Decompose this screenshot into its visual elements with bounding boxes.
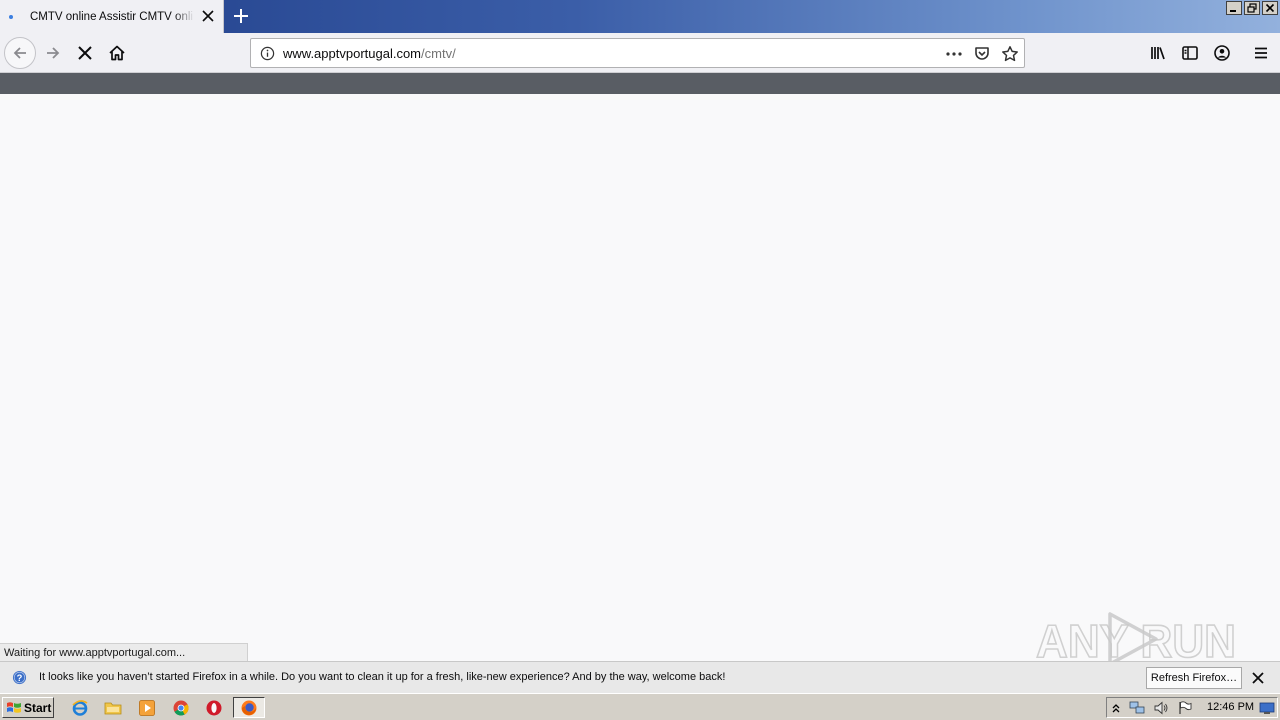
page-content bbox=[0, 94, 1280, 661]
home-button[interactable] bbox=[102, 38, 132, 68]
notification-bar: ? It looks like you haven’t started Fire… bbox=[0, 661, 1280, 693]
url-path: /cmtv/ bbox=[421, 46, 456, 61]
opera-icon[interactable] bbox=[205, 699, 223, 717]
library-icon bbox=[1151, 47, 1165, 60]
pocket-icon[interactable] bbox=[973, 45, 991, 63]
notification-message: It looks like you haven’t started Firefo… bbox=[39, 671, 726, 683]
media-player-icon[interactable] bbox=[138, 699, 156, 717]
forward-arrow-icon bbox=[47, 47, 60, 59]
navigation-toolbar: www.apptvportugal.com/cmtv/ bbox=[0, 33, 1280, 73]
volume-icon[interactable] bbox=[1153, 701, 1169, 715]
question-icon: ? bbox=[12, 670, 27, 685]
stop-loading-button[interactable] bbox=[70, 38, 100, 68]
home-icon bbox=[109, 45, 125, 61]
sidebar-icon bbox=[1182, 46, 1198, 60]
site-info-icon[interactable] bbox=[260, 46, 275, 61]
action-center-flag-icon[interactable] bbox=[1177, 701, 1193, 715]
back-button[interactable] bbox=[4, 37, 36, 69]
windows-taskbar: Start 12:46 PM bbox=[0, 693, 1280, 720]
sidebar-button[interactable] bbox=[1175, 38, 1205, 68]
url-host: www.apptvportugal.com bbox=[283, 46, 422, 61]
bookmarks-toolbar-strip bbox=[0, 73, 1280, 94]
forward-button[interactable] bbox=[38, 38, 68, 68]
chrome-icon[interactable] bbox=[172, 699, 190, 717]
hamburger-menu-icon bbox=[1255, 47, 1267, 59]
new-tab-button[interactable] bbox=[231, 6, 251, 26]
url-bar[interactable]: www.apptvportugal.com/cmtv/ bbox=[250, 38, 1025, 68]
internet-explorer-icon[interactable] bbox=[71, 699, 89, 717]
watermark-text: ANY RUN bbox=[1036, 615, 1236, 667]
window-close-button[interactable] bbox=[1262, 1, 1278, 15]
stop-icon bbox=[78, 46, 92, 60]
window-controls bbox=[1226, 1, 1278, 15]
bookmark-star-icon[interactable] bbox=[1001, 45, 1019, 63]
notification-close-icon[interactable] bbox=[1251, 671, 1265, 685]
start-button[interactable]: Start bbox=[2, 697, 54, 718]
back-arrow-icon bbox=[13, 47, 26, 59]
restore-button[interactable] bbox=[1244, 1, 1260, 15]
account-button[interactable] bbox=[1207, 38, 1237, 68]
refresh-firefox-button[interactable]: Refresh Firefox… bbox=[1146, 667, 1242, 689]
show-desktop-icon[interactable] bbox=[1259, 701, 1275, 715]
browser-tab[interactable]: CMTV online Assistir CMTV online n bbox=[0, 0, 224, 33]
status-panel: Waiting for www.apptvportugal.com... bbox=[0, 643, 248, 661]
network-icon[interactable] bbox=[1129, 701, 1145, 715]
tab-close-icon[interactable] bbox=[201, 9, 215, 23]
title-bar: CMTV online Assistir CMTV online n bbox=[0, 0, 1280, 33]
library-button[interactable] bbox=[1143, 38, 1173, 68]
url-text[interactable]: www.apptvportugal.com/cmtv/ bbox=[283, 46, 456, 61]
account-icon bbox=[1214, 45, 1230, 61]
menu-button[interactable] bbox=[1246, 38, 1276, 68]
system-tray: 12:46 PM bbox=[1106, 697, 1278, 718]
page-actions-more-icon[interactable] bbox=[945, 45, 963, 63]
loading-indicator-icon bbox=[9, 14, 13, 19]
windows-logo-icon bbox=[7, 702, 21, 713]
taskbar-clock[interactable]: 12:46 PM bbox=[1207, 701, 1254, 713]
tab-title: CMTV online Assistir CMTV online n bbox=[30, 10, 194, 23]
firefox-icon bbox=[241, 700, 257, 715]
start-label: Start bbox=[24, 700, 52, 715]
minimize-button[interactable] bbox=[1226, 1, 1242, 15]
taskbar-firefox-button[interactable] bbox=[233, 697, 265, 718]
show-hidden-icons-icon[interactable] bbox=[1111, 701, 1121, 715]
svg-text:?: ? bbox=[17, 673, 23, 683]
file-explorer-icon[interactable] bbox=[104, 699, 122, 717]
